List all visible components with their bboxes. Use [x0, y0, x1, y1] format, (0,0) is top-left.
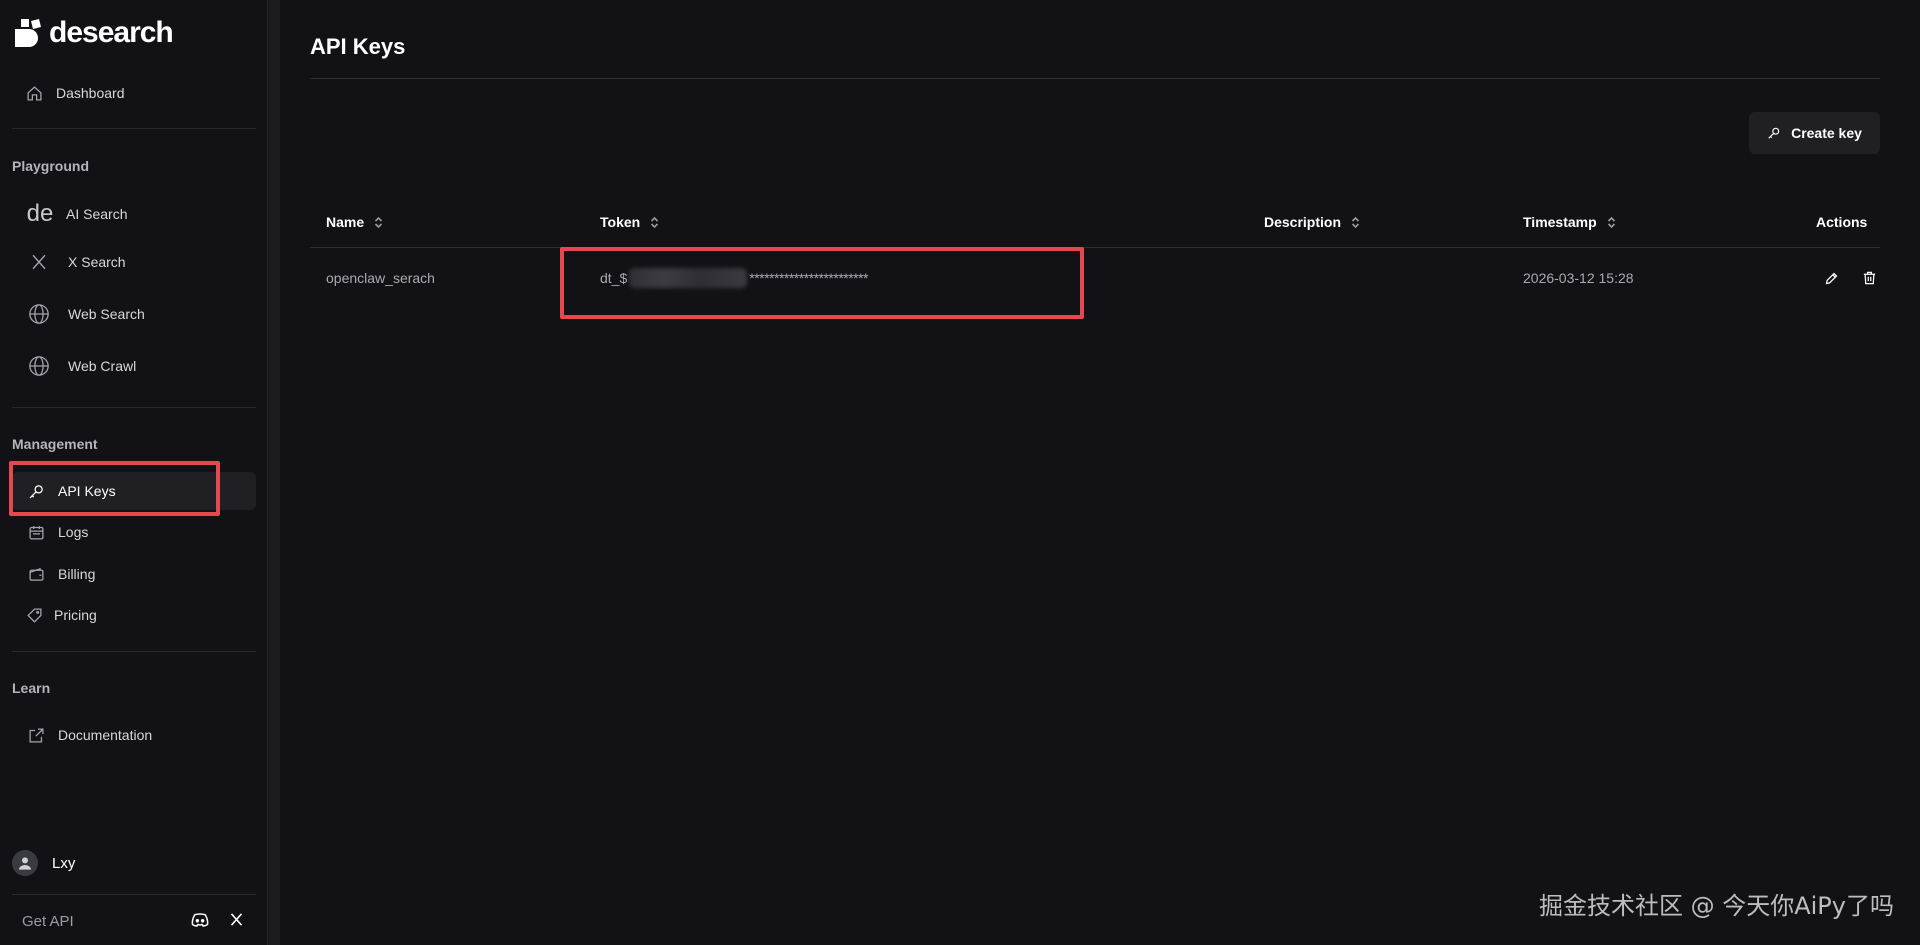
sidebar-item-label: Dashboard	[56, 85, 125, 101]
section-label-playground: Playground	[12, 158, 90, 174]
sidebar-item-label: Web Search	[68, 306, 145, 322]
token-masked: ************************	[749, 270, 869, 286]
globe-icon	[24, 304, 54, 324]
create-key-button[interactable]: Create key	[1749, 112, 1880, 154]
cell-name: openclaw_serach	[326, 270, 435, 286]
sidebar-item-pricing[interactable]: Pricing	[12, 596, 256, 634]
sidebar-item-web-crawl[interactable]: Web Crawl	[12, 347, 256, 385]
discord-icon[interactable]	[191, 912, 209, 931]
scroll-gutter	[269, 0, 280, 945]
sidebar-item-dashboard[interactable]: Dashboard	[12, 74, 256, 112]
trash-icon[interactable]	[1857, 266, 1881, 290]
create-key-label: Create key	[1791, 125, 1862, 141]
logo-text: desearch	[49, 16, 174, 49]
token-prefix: dt_$	[600, 270, 628, 286]
divider	[12, 651, 256, 652]
desearch-logo-icon	[15, 19, 41, 47]
get-api-link[interactable]: Get API	[22, 913, 74, 930]
sidebar-item-label: AI Search	[66, 206, 128, 222]
x-logo-icon	[24, 252, 54, 272]
sidebar-footer: Get API	[22, 912, 244, 931]
sidebar: desearch Dashboard Playground de AI Sear…	[0, 0, 268, 945]
sidebar-item-x-search[interactable]: X Search	[12, 243, 256, 281]
wallet-icon	[26, 564, 46, 584]
key-icon	[26, 481, 46, 501]
user-icon	[19, 857, 31, 870]
column-header-token[interactable]: Token	[600, 196, 659, 248]
external-link-icon	[26, 725, 46, 745]
sidebar-item-ai-search[interactable]: de AI Search	[12, 195, 256, 233]
watermark: 掘金技术社区 @ 今天你AiPy了吗	[1538, 892, 1894, 920]
page-title: API Keys	[310, 34, 406, 59]
key-icon	[1767, 126, 1781, 140]
sidebar-item-label: Billing	[58, 566, 96, 582]
divider	[12, 894, 256, 895]
user-name: Lxy	[52, 854, 76, 872]
sidebar-item-billing[interactable]: Billing	[12, 555, 256, 593]
x-logo-icon[interactable]	[229, 912, 244, 931]
sidebar-item-label: API Keys	[58, 483, 116, 499]
column-header-label: Actions	[1816, 214, 1868, 230]
main-content: API Keys Create key Name Token Descripti…	[280, 0, 1920, 945]
divider	[12, 128, 256, 129]
sidebar-item-documentation[interactable]: Documentation	[12, 716, 256, 754]
sidebar-item-label: Documentation	[58, 727, 153, 743]
tag-icon	[24, 605, 44, 625]
edit-icon[interactable]	[1819, 266, 1843, 290]
column-header-label: Description	[1264, 214, 1342, 230]
sidebar-item-logs[interactable]: Logs	[12, 513, 256, 551]
column-header-label: Token	[600, 214, 641, 230]
column-header-label: Name	[326, 214, 365, 230]
table-header: Name Token Description Timestamp Actions	[310, 196, 1880, 248]
user-profile[interactable]: Lxy	[12, 850, 75, 876]
column-header-actions: Actions	[1816, 196, 1867, 248]
column-header-name[interactable]: Name	[326, 196, 383, 248]
column-header-description[interactable]: Description	[1264, 196, 1360, 248]
section-label-management: Management	[12, 436, 98, 452]
de-logo-icon: de	[26, 200, 54, 227]
logo[interactable]: desearch	[11, 16, 174, 50]
sidebar-item-api-keys[interactable]: API Keys	[12, 472, 256, 510]
sort-icon[interactable]	[374, 216, 383, 229]
column-header-label: Timestamp	[1523, 214, 1597, 230]
sort-icon[interactable]	[1607, 216, 1616, 229]
calendar-icon	[26, 522, 46, 542]
table-row: openclaw_serach dt_$ *******************…	[310, 248, 1880, 308]
cell-actions	[1819, 248, 1881, 308]
token-redacted	[629, 268, 748, 288]
globe-icon	[24, 356, 54, 376]
section-label-learn: Learn	[12, 680, 51, 696]
api-keys-table: Name Token Description Timestamp Actions…	[310, 196, 1880, 308]
sidebar-item-web-search[interactable]: Web Search	[12, 295, 256, 333]
cell-timestamp: 2026-03-12 15:28	[1523, 270, 1634, 286]
sidebar-item-label: Web Crawl	[68, 358, 137, 374]
sidebar-item-label: X Search	[68, 254, 126, 270]
sidebar-item-label: Logs	[58, 524, 89, 540]
column-header-timestamp[interactable]: Timestamp	[1523, 196, 1616, 248]
sidebar-item-label: Pricing	[54, 607, 97, 623]
home-icon	[24, 83, 44, 103]
title-divider	[310, 78, 1880, 79]
sort-icon[interactable]	[1351, 216, 1360, 229]
cell-token: dt_$ ************************	[600, 248, 869, 308]
avatar	[12, 850, 38, 876]
divider	[12, 407, 256, 408]
sort-icon[interactable]	[650, 216, 659, 229]
